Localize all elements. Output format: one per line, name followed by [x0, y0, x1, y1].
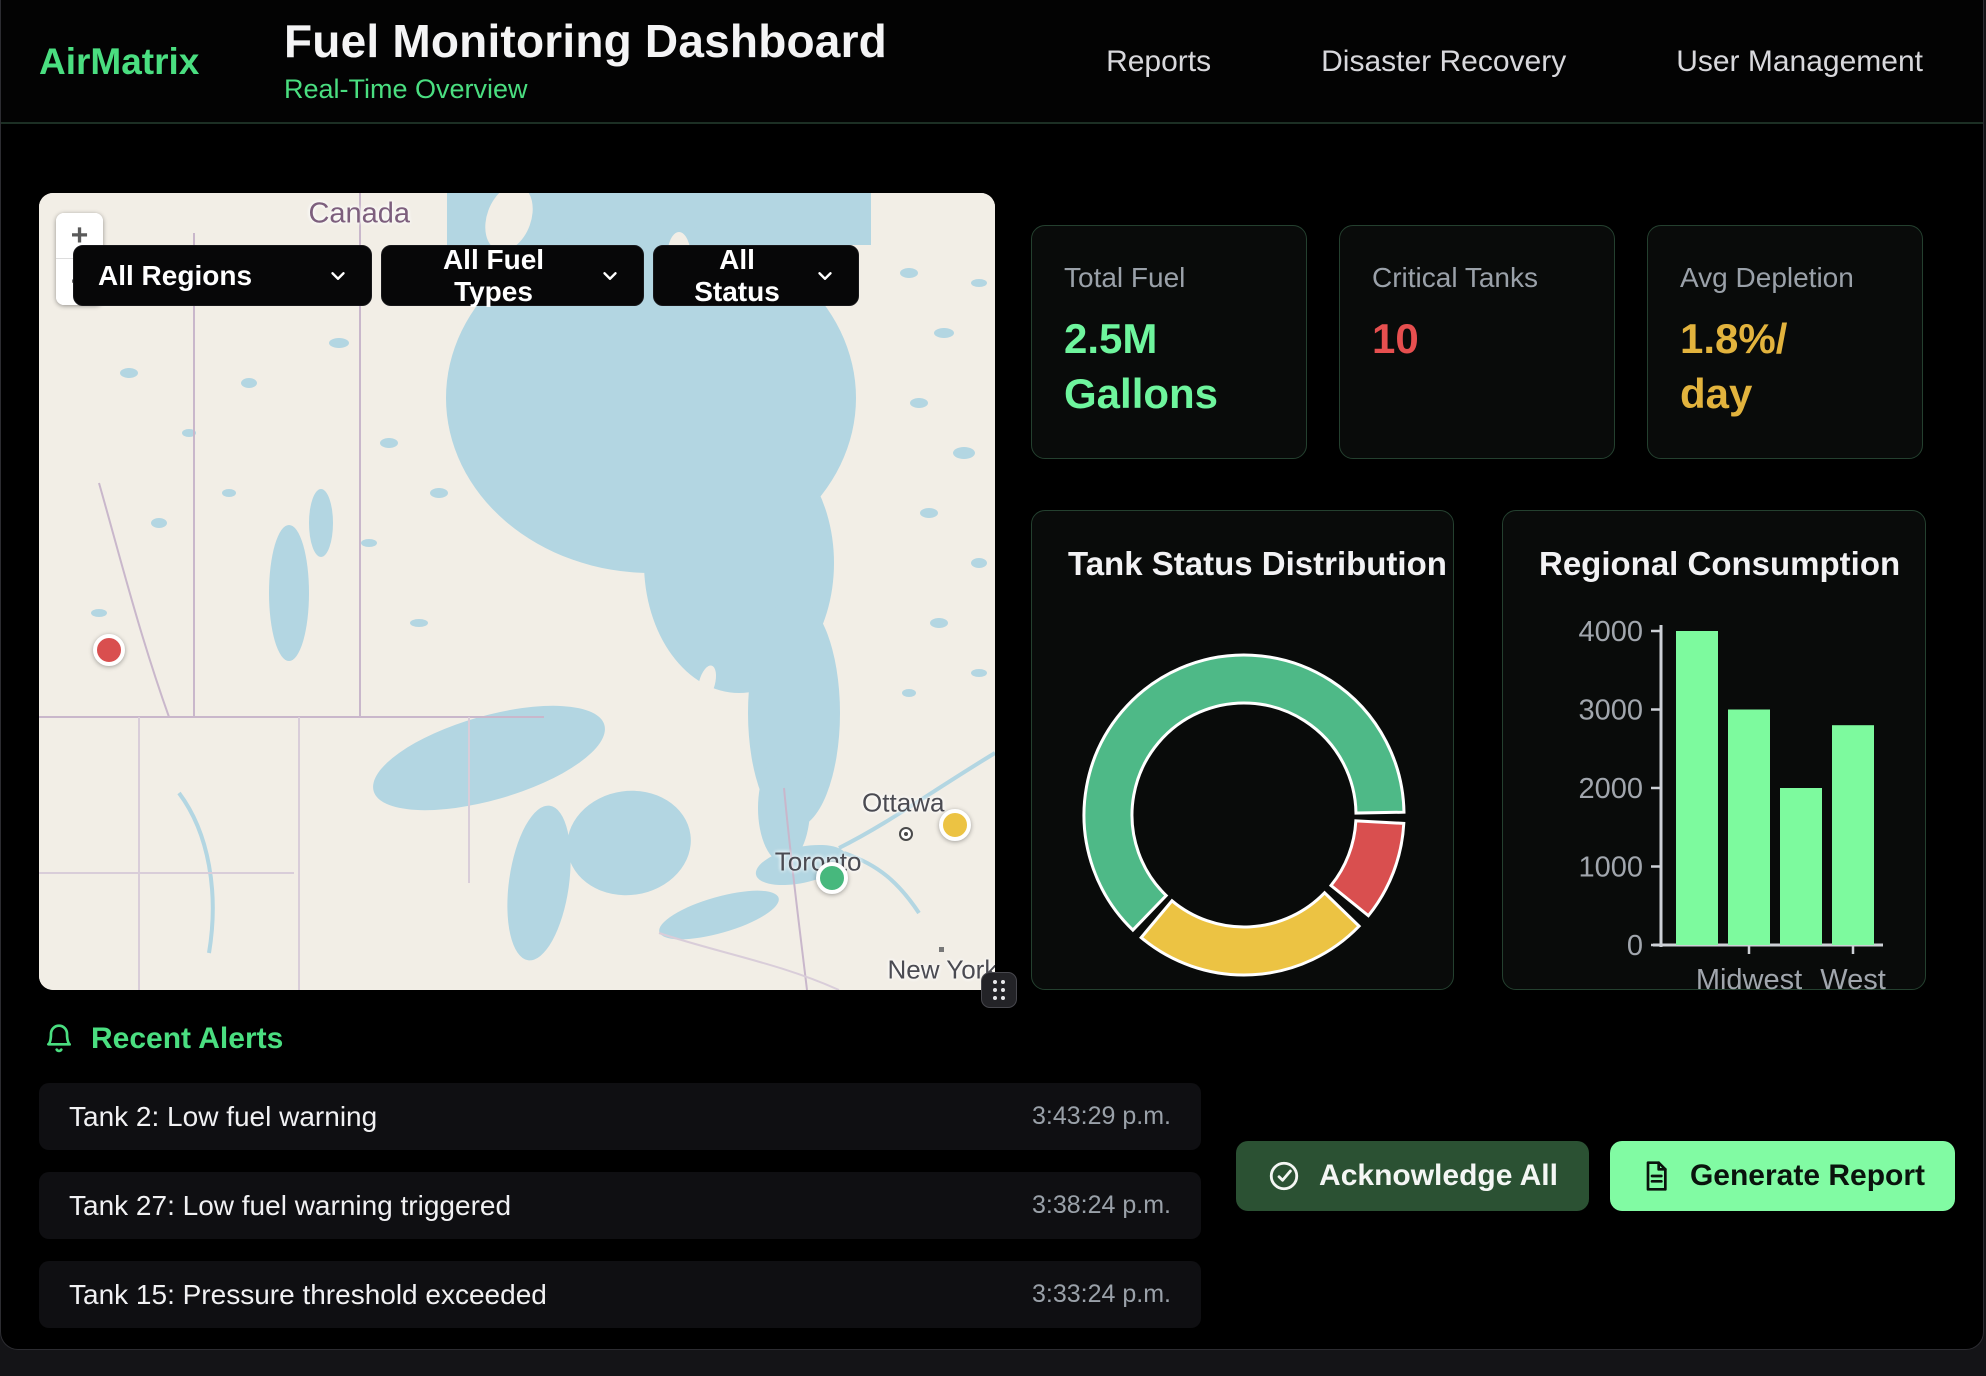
tank-marker-critical[interactable]: [93, 634, 125, 666]
stat-value: 10: [1372, 312, 1582, 367]
alert-row[interactable]: Tank 2: Low fuel warning 3:43:29 p.m.: [39, 1083, 1201, 1150]
check-circle-icon: [1267, 1159, 1301, 1193]
alert-timestamp: 3:33:24 p.m.: [1032, 1280, 1171, 1309]
stat-card-total-fuel: Total Fuel 2.5M Gallons: [1031, 225, 1307, 459]
alert-message: Tank 27: Low fuel warning triggered: [69, 1190, 511, 1222]
stat-value: 1.8%/ day: [1680, 312, 1890, 421]
donut-segment-warning: [1141, 893, 1359, 975]
tank-status-card: Tank Status Distribution: [1031, 510, 1454, 990]
stat-label: Total Fuel: [1064, 262, 1274, 294]
bar-1: [1728, 710, 1770, 946]
svg-text:3000: 3000: [1578, 695, 1643, 727]
nav-user-management[interactable]: User Management: [1676, 45, 1923, 79]
page-title: Fuel Monitoring Dashboard: [284, 14, 887, 68]
dashboard-window: AirMatrix Fuel Monitoring Dashboard Real…: [0, 0, 1984, 1350]
stat-label: Avg Depletion: [1680, 262, 1890, 294]
map-canvas[interactable]: [39, 193, 995, 990]
chevron-down-icon: [599, 265, 621, 287]
map-filter-bar: All Regions All Fuel Types All Status: [73, 245, 859, 306]
fuel-types-filter-dropdown[interactable]: All Fuel Types: [381, 245, 644, 306]
stat-card-avg-depletion: Avg Depletion 1.8%/ day: [1647, 225, 1923, 459]
alert-timestamp: 3:43:29 p.m.: [1032, 1102, 1171, 1131]
regional-consumption-card: Regional Consumption 01000200030004000Mi…: [1502, 510, 1926, 990]
alert-message: Tank 15: Pressure threshold exceeded: [69, 1279, 547, 1311]
alert-message: Tank 2: Low fuel warning: [69, 1101, 377, 1133]
stat-label: Critical Tanks: [1372, 262, 1582, 294]
generate-report-label: Generate Report: [1690, 1159, 1925, 1193]
recent-alerts-title: Recent Alerts: [91, 1022, 283, 1056]
stat-value: 2.5M Gallons: [1064, 312, 1274, 421]
alert-list: Tank 2: Low fuel warning 3:43:29 p.m. Ta…: [39, 1083, 1201, 1328]
svg-text:4000: 4000: [1578, 616, 1643, 648]
tank-status-donut-chart: [1032, 511, 1455, 991]
screen: AirMatrix Fuel Monitoring Dashboard Real…: [0, 0, 1986, 1376]
bar-2: [1780, 788, 1822, 945]
recent-alerts-header: Recent Alerts: [43, 1022, 283, 1056]
regions-filter-dropdown[interactable]: All Regions: [73, 245, 372, 306]
nav-reports[interactable]: Reports: [1106, 45, 1211, 79]
app-header: AirMatrix Fuel Monitoring Dashboard Real…: [1, 0, 1983, 124]
nav-disaster-recovery[interactable]: Disaster Recovery: [1321, 45, 1566, 79]
main-nav: Reports Disaster Recovery User Managemen…: [1106, 0, 1923, 124]
regions-filter-label: All Regions: [98, 260, 252, 292]
alert-timestamp: 3:38:24 p.m.: [1032, 1191, 1171, 1220]
donut-segment-critical: [1331, 821, 1404, 916]
status-filter-dropdown[interactable]: All Status: [653, 245, 859, 306]
regional-consumption-bar-chart: 0 1000 2000 3000 4000 Midwest West: [1503, 511, 1927, 991]
page-subtitle: Real-Time Overview: [284, 74, 887, 105]
fuel-types-filter-label: All Fuel Types: [406, 244, 581, 308]
stat-card-critical-tanks: Critical Tanks 10: [1339, 225, 1615, 459]
acknowledge-all-label: Acknowledge All: [1319, 1159, 1558, 1193]
acknowledge-all-button[interactable]: Acknowledge All: [1236, 1141, 1589, 1211]
bar-0: [1676, 631, 1718, 945]
map-drag-handle[interactable]: [981, 972, 1017, 1008]
tank-marker-normal[interactable]: [816, 862, 848, 894]
svg-text:0: 0: [1627, 930, 1643, 962]
svg-text:West: West: [1820, 964, 1886, 991]
document-icon: [1640, 1160, 1672, 1192]
svg-text:Midwest: Midwest: [1696, 964, 1802, 991]
alert-row[interactable]: Tank 27: Low fuel warning triggered 3:38…: [39, 1172, 1201, 1239]
status-filter-label: All Status: [678, 244, 796, 308]
chevron-down-icon: [814, 265, 836, 287]
tank-marker-warning[interactable]: [939, 809, 971, 841]
alert-row[interactable]: Tank 15: Pressure threshold exceeded 3:3…: [39, 1261, 1201, 1328]
bar-3: [1832, 725, 1874, 945]
map-panel: CanadaOttawaTorontoNew York + − All Regi…: [39, 193, 995, 990]
svg-text:2000: 2000: [1578, 773, 1643, 805]
chevron-down-icon: [327, 265, 349, 287]
generate-report-button[interactable]: Generate Report: [1610, 1141, 1955, 1211]
svg-text:1000: 1000: [1578, 852, 1643, 884]
brand-logo: AirMatrix: [39, 0, 199, 124]
bell-icon: [43, 1023, 75, 1055]
